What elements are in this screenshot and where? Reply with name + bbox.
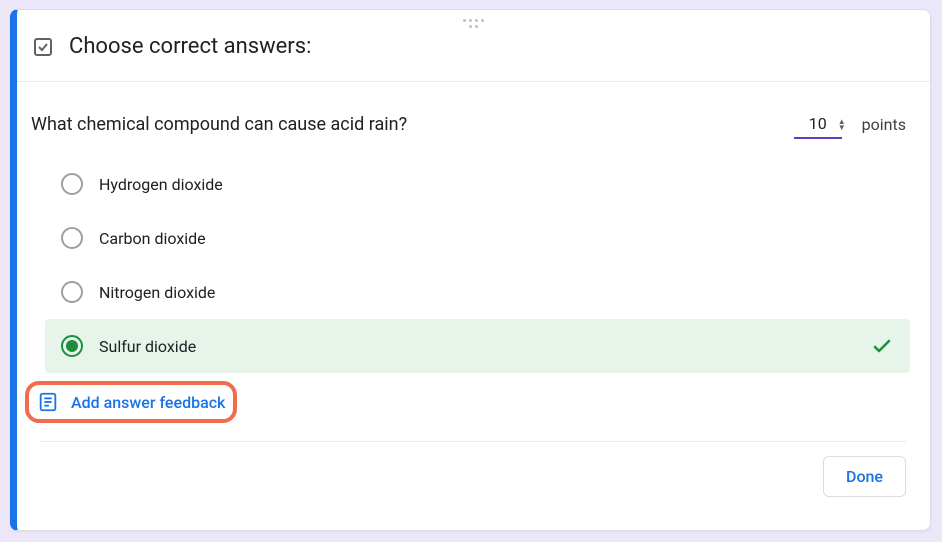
radio-icon [61,173,83,195]
add-feedback-button[interactable]: Add answer feedback [25,381,237,423]
option-label: Nitrogen dioxide [99,283,894,302]
option-label: Sulfur dioxide [99,337,870,356]
points-label: points [862,115,906,134]
feedback-label: Add answer feedback [71,393,225,412]
radio-icon [61,227,83,249]
question-row: What chemical compound can cause acid ra… [17,82,930,151]
option-row[interactable]: Sulfur dioxide [45,319,910,373]
points-input[interactable] [794,110,842,139]
option-row[interactable]: Carbon dioxide [45,211,910,265]
radio-icon [61,335,83,357]
option-label: Carbon dioxide [99,229,894,248]
check-icon [870,334,894,358]
points-wrap: ▲▼ points [794,110,906,139]
drag-handle-icon[interactable] [462,18,486,28]
footer: Done [17,442,930,497]
feedback-icon [37,391,59,413]
done-button[interactable]: Done [823,456,906,497]
answer-key-icon [31,35,55,59]
question-text: What chemical compound can cause acid ra… [31,114,794,135]
radio-icon [61,281,83,303]
points-stepper-icon[interactable]: ▲▼ [838,119,846,131]
option-row[interactable]: Hydrogen dioxide [45,157,910,211]
header-title: Choose correct answers: [69,34,311,59]
option-label: Hydrogen dioxide [99,175,894,194]
option-row[interactable]: Nitrogen dioxide [45,265,910,319]
question-card: Choose correct answers: What chemical co… [10,9,931,531]
options-list: Hydrogen dioxide Carbon dioxide Nitrogen… [17,151,930,373]
